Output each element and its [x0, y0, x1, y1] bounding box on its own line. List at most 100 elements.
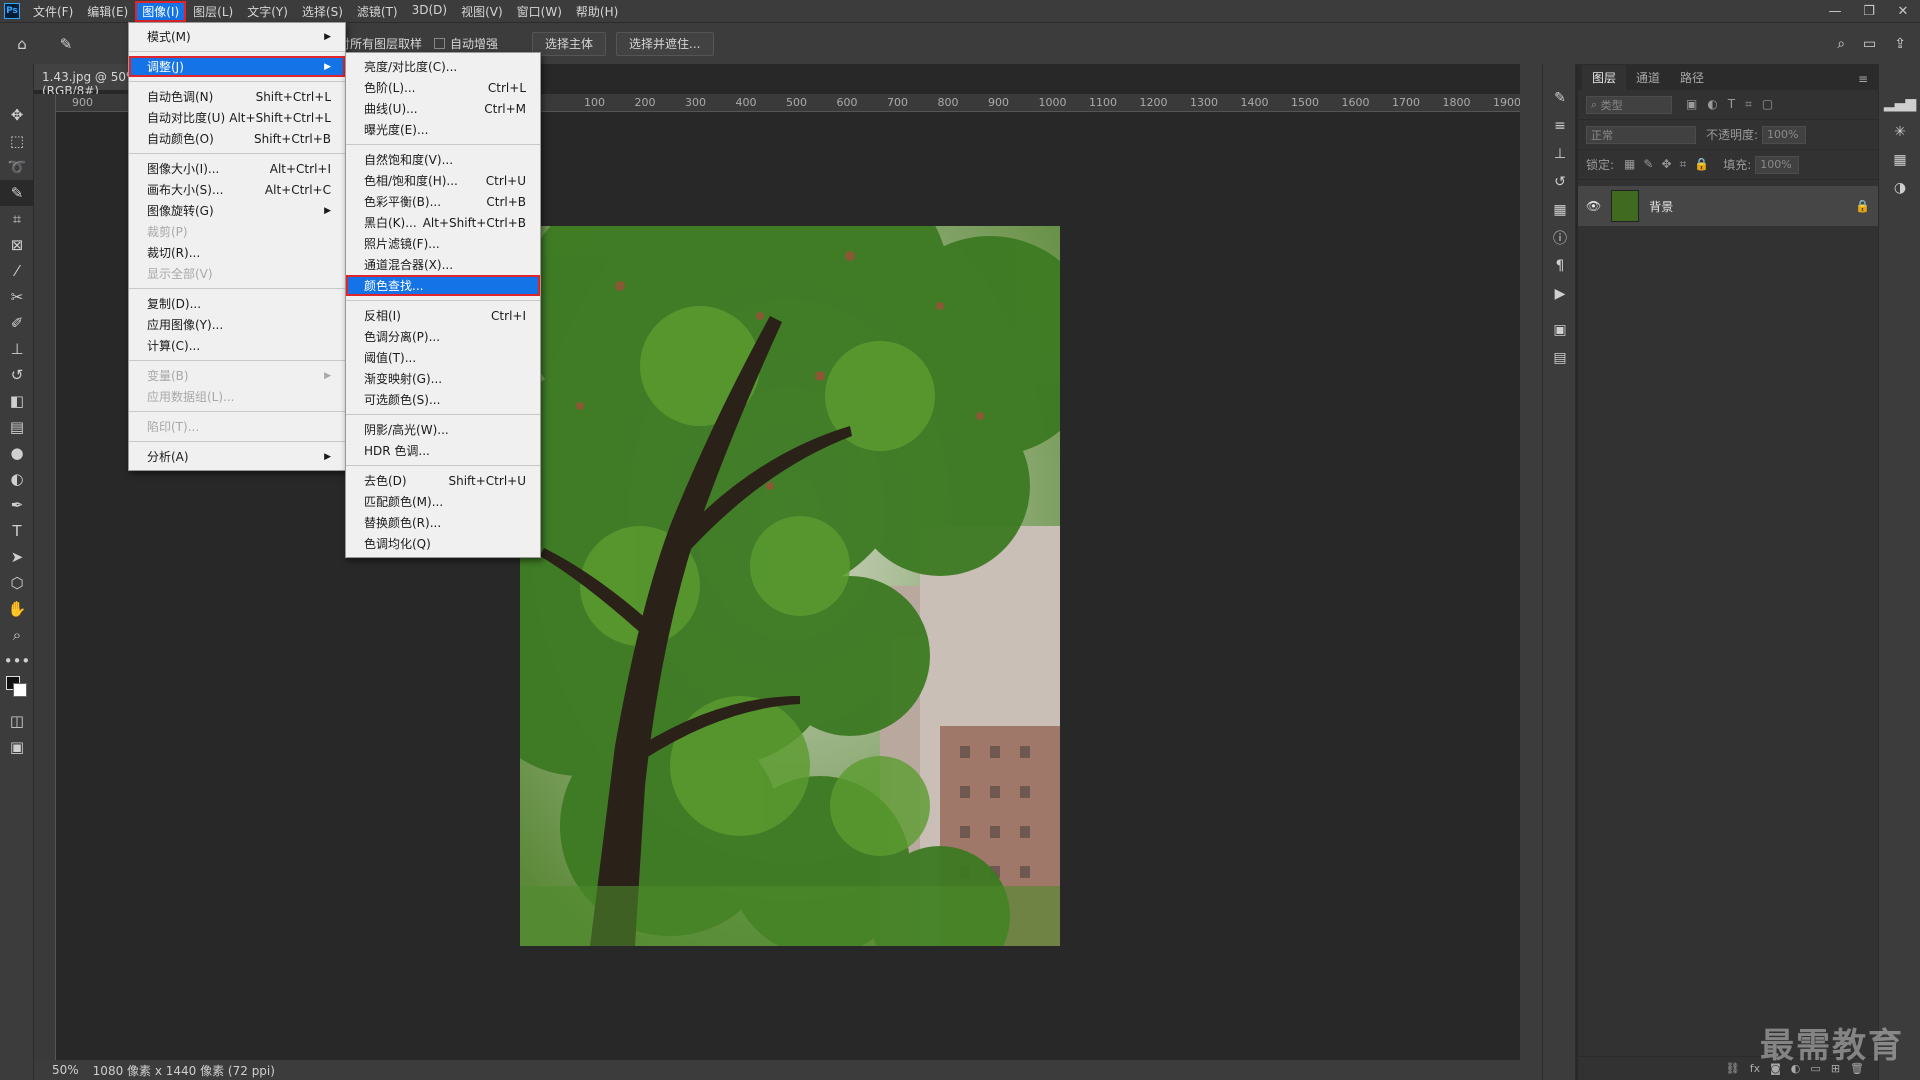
- color-wheel-icon[interactable]: ◑: [1879, 174, 1920, 202]
- visibility-eye-icon[interactable]: 👁: [1586, 199, 1601, 213]
- adjust-menu-item-10[interactable]: 通道混合器(X)...: [346, 254, 540, 275]
- image-menu-item-9[interactable]: 画布大小(S)... Alt+Ctrl+C: [129, 179, 345, 200]
- menu-9[interactable]: 窗口(W): [510, 1, 569, 22]
- blur-tool-icon[interactable]: ●: [0, 440, 34, 466]
- hand-tool-icon[interactable]: ✋: [0, 596, 34, 622]
- panel-menu-icon[interactable]: ≡: [1848, 68, 1878, 90]
- image-menu-item-0[interactable]: 模式(M) ▶: [129, 26, 345, 47]
- layer-filter-select[interactable]: ⌕ 类型: [1586, 95, 1672, 114]
- properties-icon[interactable]: ▦: [1543, 196, 1577, 224]
- adjust-menu-item-13[interactable]: 反相(I) Ctrl+I: [346, 305, 540, 326]
- dodge-tool-icon[interactable]: ◐: [0, 466, 34, 492]
- adjust-menu-item-7[interactable]: 色彩平衡(B)... Ctrl+B: [346, 191, 540, 212]
- menu-5[interactable]: 选择(S): [295, 1, 350, 22]
- eraser-tool-icon[interactable]: ◧: [0, 388, 34, 414]
- eyedropper-tool-icon[interactable]: ⁄: [0, 258, 34, 284]
- image-menu-item-16[interactable]: 应用图像(Y)...: [129, 314, 345, 335]
- menu-7[interactable]: 3D(D): [405, 1, 454, 22]
- type-tool-icon[interactable]: T: [0, 518, 34, 544]
- adjust-menu-item-0[interactable]: 亮度/对比度(C)...: [346, 56, 540, 77]
- tab-channels[interactable]: 通道: [1626, 65, 1670, 90]
- zoom-level[interactable]: 50%: [52, 1063, 79, 1077]
- image-menu-item-6[interactable]: 自动颜色(O) Shift+Ctrl+B: [129, 128, 345, 149]
- image-menu-item-17[interactable]: 计算(C)...: [129, 335, 345, 356]
- fill-field[interactable]: 100%: [1755, 155, 1800, 174]
- path-selection-tool-icon[interactable]: ➤: [0, 544, 34, 570]
- adjust-menu-item-2[interactable]: 曲线(U)... Ctrl+M: [346, 98, 540, 119]
- image-menu-item-4[interactable]: 自动色调(N) Shift+Ctrl+L: [129, 86, 345, 107]
- menu-4[interactable]: 文字(Y): [240, 1, 295, 22]
- lasso-tool-icon[interactable]: ➰: [0, 154, 34, 180]
- quick-selection-tool-icon[interactable]: ✎: [0, 180, 34, 206]
- brush-settings-icon[interactable]: ✎: [1543, 84, 1577, 112]
- screen-mode-icon[interactable]: ▣: [0, 734, 34, 760]
- image-menu-item-5[interactable]: 自动对比度(U) Alt+Shift+Ctrl+L: [129, 107, 345, 128]
- restore-button[interactable]: ❐: [1852, 0, 1886, 22]
- quick-mask-icon[interactable]: ◫: [0, 708, 34, 734]
- adjust-menu-item-17[interactable]: 可选颜色(S)...: [346, 389, 540, 410]
- crop-tool-icon[interactable]: ⌗: [0, 206, 34, 232]
- layer-filter-icons[interactable]: ▣◐T⌗▢: [1686, 97, 1783, 112]
- adjust-menu-item-11[interactable]: 颜色查找...: [346, 275, 540, 296]
- menu-3[interactable]: 图层(L): [186, 1, 240, 22]
- shape-tool-icon[interactable]: ⬡: [0, 570, 34, 596]
- fx-icon[interactable]: fx: [1750, 1062, 1760, 1075]
- menu-2[interactable]: 图像(I): [135, 0, 187, 22]
- opacity-field[interactable]: 100%: [1762, 125, 1807, 144]
- zoom-tool-icon[interactable]: ⌕: [0, 622, 34, 648]
- select-subject-button[interactable]: 选择主体: [532, 31, 607, 56]
- adjust-menu-item-16[interactable]: 渐变映射(G)...: [346, 368, 540, 389]
- notes-icon[interactable]: ▤: [1543, 344, 1577, 372]
- adjust-menu-item-1[interactable]: 色阶(L)... Ctrl+L: [346, 77, 540, 98]
- navigator-icon[interactable]: ✳: [1879, 118, 1920, 146]
- image-menu-item-24[interactable]: 分析(A) ▶: [129, 446, 345, 467]
- home-icon[interactable]: ⌂: [0, 31, 44, 57]
- swatches-icon[interactable]: ▦: [1879, 146, 1920, 174]
- healing-tool-icon[interactable]: ✂: [0, 284, 34, 310]
- adjust-menu-item-14[interactable]: 色调分离(P)...: [346, 326, 540, 347]
- share-icon[interactable]: ⇪: [1894, 36, 1906, 52]
- layer-name[interactable]: 背景: [1649, 198, 1673, 215]
- workspace-icon[interactable]: ▭: [1863, 36, 1876, 52]
- menu-8[interactable]: 视图(V): [454, 1, 510, 22]
- adjust-menu-item-20[interactable]: HDR 色调...: [346, 440, 540, 461]
- close-button[interactable]: ✕: [1886, 0, 1920, 22]
- adjustments-panel-icon[interactable]: ≡: [1543, 112, 1577, 140]
- image-menu-item-8[interactable]: 图像大小(I)... Alt+Ctrl+I: [129, 158, 345, 179]
- tab-paths[interactable]: 路径: [1670, 65, 1714, 90]
- adjust-menu-item-8[interactable]: 黑白(K)... Alt+Shift+Ctrl+B: [346, 212, 540, 233]
- select-and-mask-button[interactable]: 选择并遮住...: [616, 31, 714, 56]
- marquee-tool-icon[interactable]: ⬚: [0, 128, 34, 154]
- clone-source-icon[interactable]: ⊥: [1543, 140, 1577, 168]
- blend-mode-select[interactable]: 正常: [1586, 125, 1696, 144]
- adjust-menu-item-5[interactable]: 自然饱和度(V)...: [346, 149, 540, 170]
- adjust-menu-item-22[interactable]: 去色(D) Shift+Ctrl+U: [346, 470, 540, 491]
- adjust-menu-item-24[interactable]: 替换颜色(R)...: [346, 512, 540, 533]
- move-tool-icon[interactable]: ✥: [0, 102, 34, 128]
- frame-tool-icon[interactable]: ⊠: [0, 232, 34, 258]
- adjust-menu-item-9[interactable]: 照片滤镜(F)...: [346, 233, 540, 254]
- histogram-icon[interactable]: ▂▄▆: [1879, 90, 1920, 118]
- gradient-tool-icon[interactable]: ▤: [0, 414, 34, 440]
- layer-row-background[interactable]: 👁 背景 🔒: [1578, 186, 1878, 226]
- history-brush-tool-icon[interactable]: ↺: [0, 362, 34, 388]
- menu-1[interactable]: 编辑(E): [80, 1, 135, 22]
- search-icon[interactable]: ⌕: [1837, 36, 1845, 52]
- menu-6[interactable]: 滤镜(T): [350, 1, 405, 22]
- document-info[interactable]: 1080 像素 x 1440 像素 (72 ppi): [93, 1062, 275, 1079]
- adjust-menu-item-25[interactable]: 色调均化(Q): [346, 533, 540, 554]
- adjust-menu-item-3[interactable]: 曝光度(E)...: [346, 119, 540, 140]
- quick-selection-preset-icon[interactable]: ✎: [44, 31, 88, 57]
- image-menu-item-12[interactable]: 裁切(R)...: [129, 242, 345, 263]
- menu-10[interactable]: 帮助(H): [569, 1, 625, 22]
- minimize-button[interactable]: —: [1818, 0, 1852, 22]
- adjust-menu-item-19[interactable]: 阴影/高光(W)...: [346, 419, 540, 440]
- menu-0[interactable]: 文件(F): [26, 1, 80, 22]
- document-image[interactable]: [520, 226, 1060, 946]
- clone-stamp-tool-icon[interactable]: ⊥: [0, 336, 34, 362]
- libraries-icon[interactable]: ▣: [1543, 316, 1577, 344]
- lock-icons[interactable]: ▦✎✥⌗🔒: [1624, 157, 1717, 172]
- more-tools-icon[interactable]: •••: [0, 648, 34, 674]
- brush-tool-icon[interactable]: ✐: [0, 310, 34, 336]
- auto-enhance-checkbox[interactable]: [434, 38, 446, 49]
